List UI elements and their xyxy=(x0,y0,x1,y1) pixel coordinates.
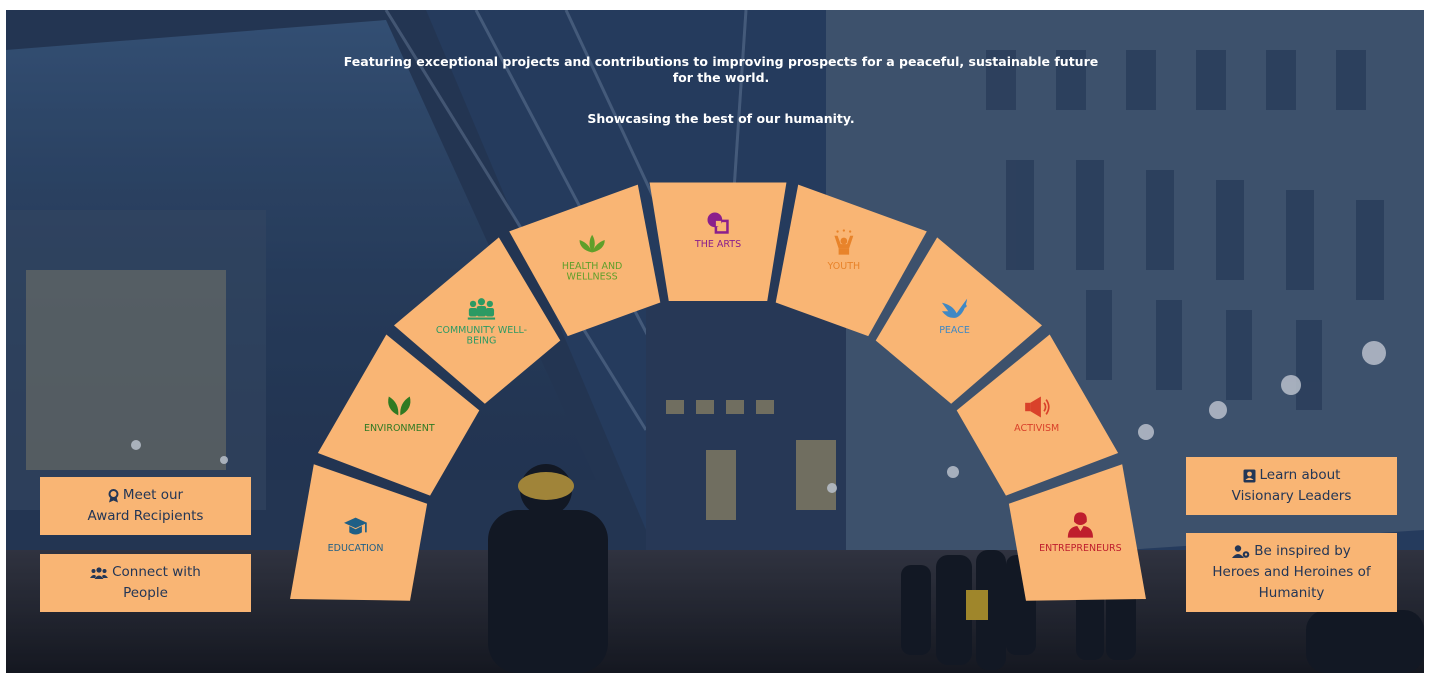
learn-visionary-leaders-button[interactable]: Learn about Visionary Leaders xyxy=(1186,457,1397,515)
user-tie-icon xyxy=(1232,545,1250,558)
category-activism-label: ACTIVISM xyxy=(1014,423,1059,434)
users-icon xyxy=(90,566,109,579)
meet-award-recipients-button[interactable]: Meet our Award Recipients xyxy=(40,477,251,535)
category-peace-label: PEACE xyxy=(939,325,970,336)
award-button-line1: Meet our xyxy=(122,487,184,503)
category-entrepreneurs-label: ENTREPRENEURS xyxy=(1039,543,1122,554)
heroes-button-line2: Heroes and Heroines of xyxy=(1212,564,1371,580)
people-group-icon xyxy=(467,298,496,320)
heroes-heroines-button[interactable]: Be inspired by Heroes and Heroines of Hu… xyxy=(1186,533,1397,612)
people-button-line1: Connect with xyxy=(112,564,201,580)
hero-section: Featuring exceptional projects and contr… xyxy=(6,10,1424,673)
category-arts-segment[interactable]: THE ARTS xyxy=(649,182,787,301)
people-button-line2: People xyxy=(123,585,168,601)
category-community-label: BEING xyxy=(467,336,497,347)
category-education-label: EDUCATION xyxy=(328,543,384,554)
heroes-button-line1: Be inspired by xyxy=(1254,543,1351,559)
category-community-label: COMMUNITY WELL- xyxy=(436,325,527,336)
award-icon xyxy=(108,488,119,502)
category-environment-label: ENVIRONMENT xyxy=(364,423,435,434)
award-button-line2: Award Recipients xyxy=(87,508,204,524)
portrait-icon xyxy=(1243,469,1255,482)
heroes-button-line3: Humanity xyxy=(1258,585,1325,601)
connect-with-people-button[interactable]: Connect with People xyxy=(40,554,251,612)
visionary-button-line2: Visionary Leaders xyxy=(1231,488,1352,504)
category-arts-label: THE ARTS xyxy=(694,239,741,250)
category-health-label: WELLNESS xyxy=(567,272,618,283)
visionary-button-line1: Learn about xyxy=(1259,467,1341,483)
category-health-label: HEALTH AND xyxy=(562,261,623,272)
category-youth-label: YOUTH xyxy=(827,261,861,272)
